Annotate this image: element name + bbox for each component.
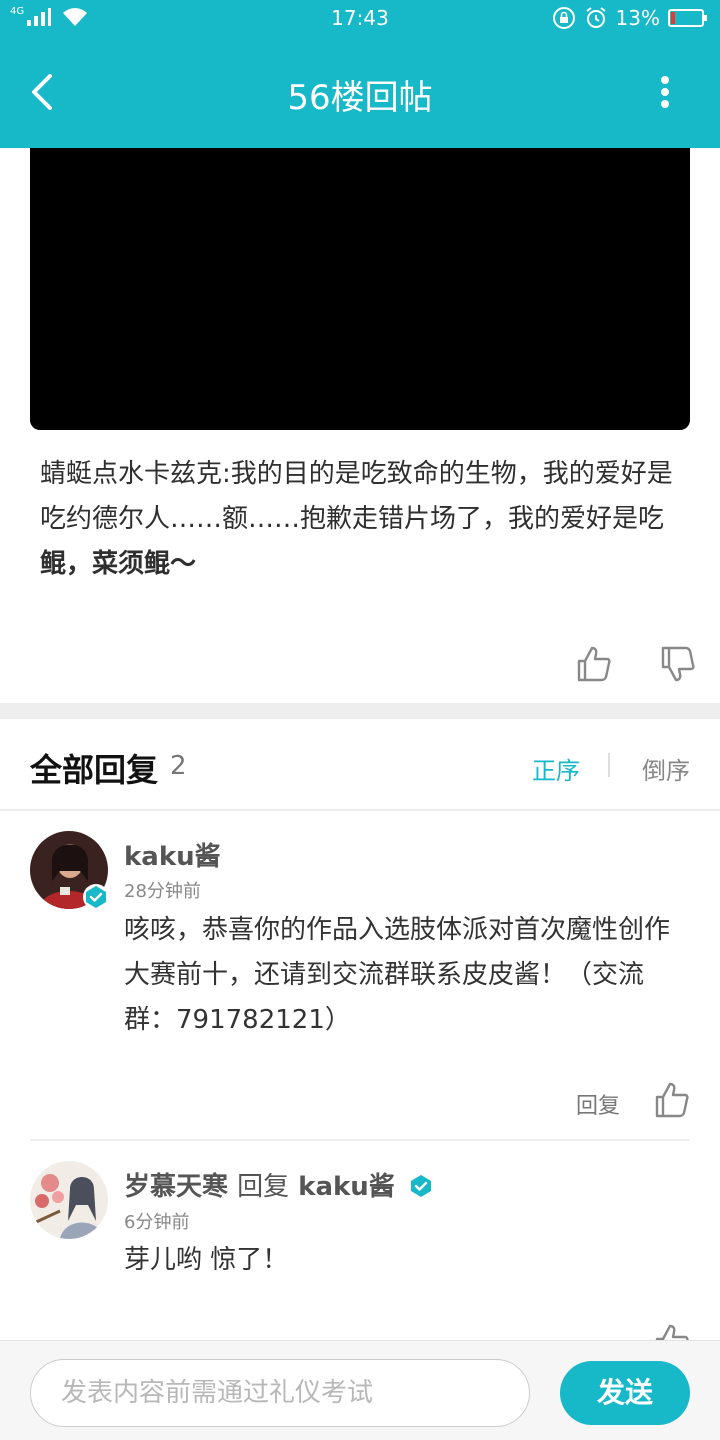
status-right: 13% — [552, 6, 708, 30]
send-button[interactable]: 发送 — [560, 1361, 690, 1425]
alarm-icon — [585, 7, 606, 28]
section-divider — [0, 703, 720, 719]
status-bar: 4G 17:43 13% — [0, 0, 720, 36]
post-text-bold: 鲲，菜须鲲～ — [40, 549, 197, 579]
rotation-lock-icon — [552, 7, 575, 29]
more-dot — [661, 100, 669, 108]
comment-input[interactable] — [30, 1359, 530, 1427]
page-title: 56楼回帖 — [287, 78, 433, 118]
video-player[interactable] — [30, 148, 690, 430]
reply-content: 咳咳，恭喜你的作品入选肢体派对首次魔性创作大赛前十，还请到交流群联系皮皮酱！（交… — [124, 915, 671, 1035]
battery-percent: 13% — [615, 6, 660, 30]
more-options-icon[interactable] — [650, 72, 680, 112]
reply-divider — [30, 1139, 690, 1141]
replies-count: 2 — [170, 751, 187, 781]
reply-header-line: 岁慕天寒 回复 kaku酱 — [124, 1166, 434, 1203]
reply-like-icon[interactable] — [654, 1080, 690, 1120]
reply-username[interactable]: 岁慕天寒 — [124, 1172, 228, 1202]
reply-username[interactable]: kaku酱 — [124, 836, 221, 873]
post-text-plain: 蜻蜓点水卡兹克:我的目的是吃致命的生物，我的爱好是吃约德尔人……额……抱歉走错片… — [40, 459, 673, 534]
more-dot — [661, 88, 669, 96]
reply-button[interactable]: 回复 — [576, 1088, 620, 1120]
sort-ascending-button[interactable]: 正序 — [532, 751, 580, 786]
replies-title: 全部回复 — [30, 751, 159, 789]
reply-timestamp: 6分钟前 — [124, 1212, 190, 1233]
reply-content: 芽儿哟 惊了！ — [124, 1245, 289, 1275]
thumbs-up-icon[interactable] — [576, 644, 612, 684]
verified-badge-icon — [410, 1175, 431, 1197]
thumbs-down-icon[interactable] — [660, 644, 696, 684]
sort-separator — [608, 753, 610, 777]
reply-target-username[interactable]: kaku酱 — [298, 1172, 395, 1202]
more-dot — [661, 76, 669, 84]
post-content: 蜻蜓点水卡兹克:我的目的是吃致命的生物，我的爱好是吃约德尔人……额……抱歉走错片… — [40, 452, 690, 587]
reply-to-word: 回复 — [237, 1172, 290, 1202]
comment-composer: 发送 — [0, 1340, 720, 1440]
top-bar: 4G 17:43 13% 56楼回帖 — [0, 0, 720, 148]
replies-header: 全部回复 2 正序 倒序 — [0, 719, 720, 811]
avatar-image — [30, 1161, 108, 1239]
reply-timestamp: 28分钟前 — [124, 881, 201, 902]
post-actions — [576, 644, 696, 684]
verified-badge-icon — [83, 884, 109, 910]
sort-descending-button[interactable]: 倒序 — [642, 751, 690, 786]
battery-icon — [668, 9, 707, 27]
title-bar: 56楼回帖 — [0, 36, 720, 148]
avatar[interactable] — [30, 1161, 108, 1239]
